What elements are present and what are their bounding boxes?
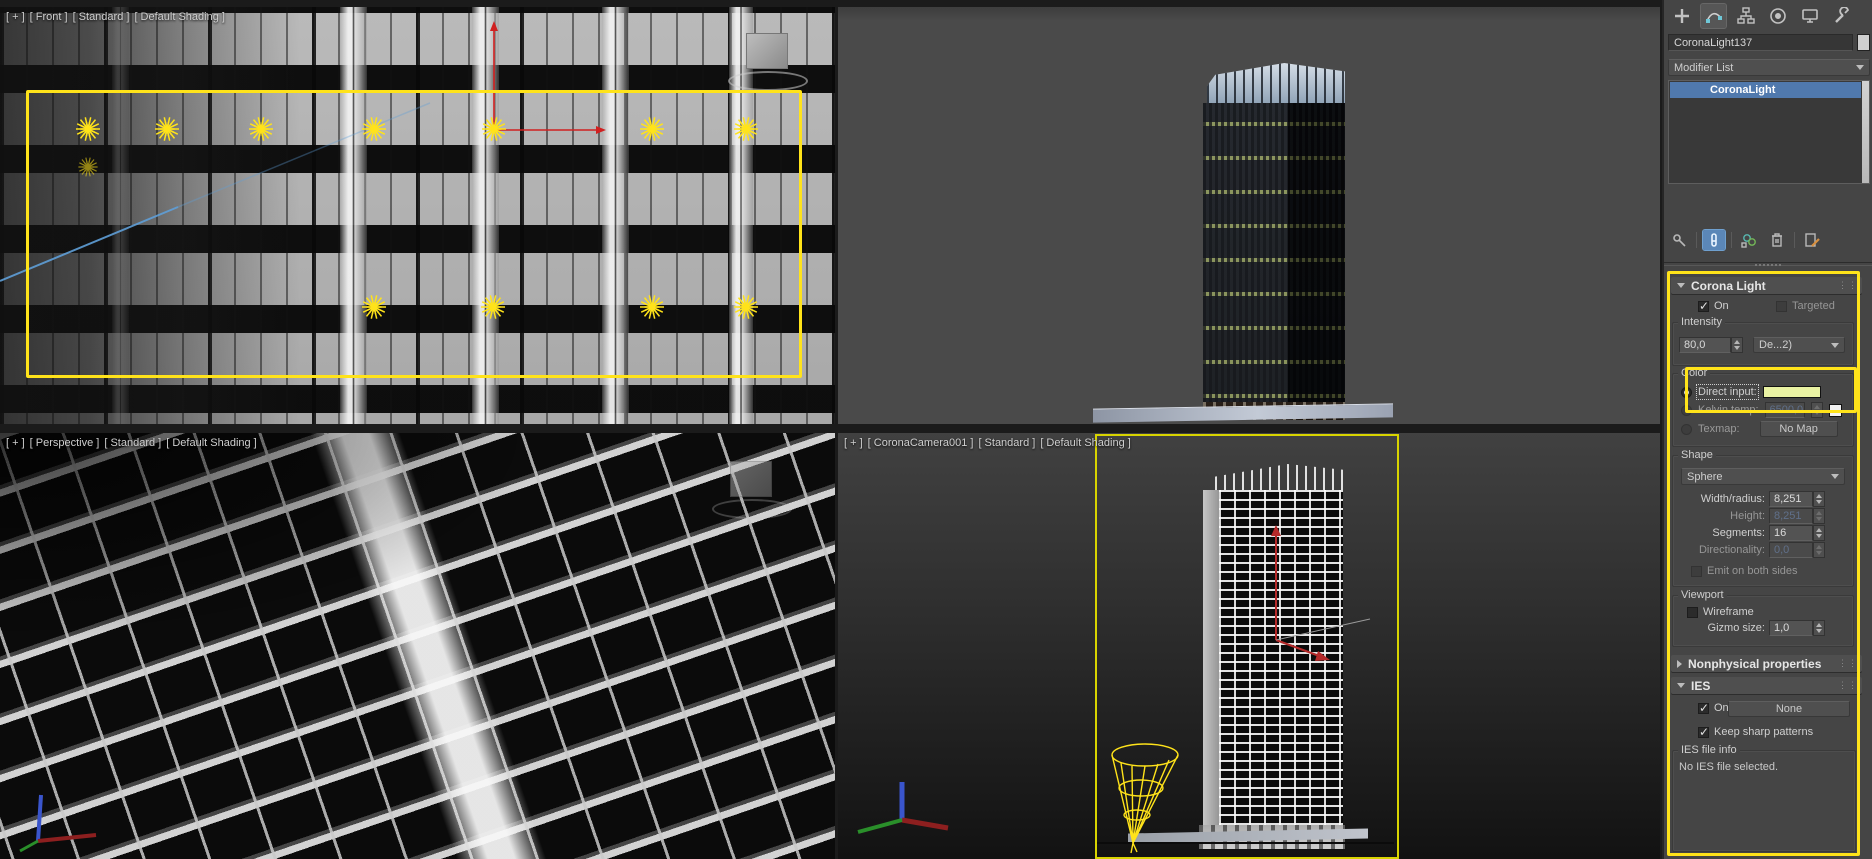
viewport-label-front: [ + ] [ Front ] [ Standard ] [ Default S… — [6, 11, 225, 23]
make-unique-icon[interactable] — [1738, 230, 1760, 250]
command-panel-tabs — [1669, 3, 1854, 29]
viewport-perspective[interactable]: [ + ] [ Perspective ] [ Standard ] [ Def… — [0, 433, 835, 859]
annotation-color-box — [1685, 367, 1857, 413]
viewport-label-camera: [ + ] [ CoronaCamera001 ] [ Standard ] [… — [844, 437, 1131, 449]
viewcube-face[interactable] — [746, 33, 788, 69]
annotation-rollout-box — [1667, 271, 1860, 856]
viewport-menu-renderer[interactable]: [ Standard ] — [104, 437, 161, 449]
viewcube-compass[interactable] — [728, 71, 808, 91]
motion-tab-icon[interactable] — [1765, 4, 1790, 28]
viewcube[interactable] — [712, 461, 792, 519]
viewport-menu-general[interactable]: [ + ] — [6, 437, 25, 449]
viewcube-face[interactable] — [730, 461, 772, 497]
remove-modifier-icon[interactable] — [1766, 230, 1788, 250]
toolbar-separator — [1731, 232, 1732, 248]
object-color-swatch[interactable] — [1857, 34, 1870, 51]
toolbar-separator — [1794, 232, 1795, 248]
modifier-stack[interactable]: CoronaLight — [1668, 80, 1870, 184]
display-tab-icon[interactable] — [1797, 4, 1822, 28]
viewport-menu-shading[interactable]: [ Default Shading ] — [1040, 437, 1131, 449]
modifier-stack-toolbar — [1668, 228, 1870, 252]
panel-splitter[interactable] — [1664, 262, 1872, 266]
show-end-result-icon[interactable] — [1702, 229, 1726, 251]
modify-tab-icon[interactable] — [1700, 3, 1727, 29]
viewport-label-perspective: [ + ] [ Perspective ] [ Standard ] [ Def… — [6, 437, 257, 449]
viewport-render-preview[interactable] — [838, 7, 1660, 424]
hierarchy-tab-icon[interactable] — [1733, 4, 1758, 28]
facade-vignette — [0, 433, 835, 859]
viewport-menu-pov[interactable]: [ CoronaCamera001 ] — [868, 437, 974, 449]
viewport-menu-renderer[interactable]: [ Standard ] — [73, 11, 130, 23]
camera-safe-frame — [1095, 434, 1399, 859]
viewcube[interactable] — [728, 33, 808, 91]
toolbar-separator — [1696, 232, 1697, 248]
configure-modifier-sets-icon[interactable] — [1801, 230, 1823, 250]
world-axis-tripod — [857, 782, 949, 834]
chevron-down-icon — [1856, 65, 1864, 70]
modifier-stack-entry[interactable]: CoronaLight — [1670, 82, 1861, 98]
building-render — [1203, 63, 1345, 420]
utilities-tab-icon[interactable] — [1829, 4, 1854, 28]
building-crown — [1207, 63, 1345, 105]
modifier-list-label: Modifier List — [1674, 61, 1734, 74]
viewport-menu-renderer[interactable]: [ Standard ] — [978, 437, 1035, 449]
viewport-menu-general[interactable]: [ + ] — [6, 11, 25, 23]
building-body — [1203, 103, 1345, 404]
object-name-input[interactable]: CoronaLight137 — [1668, 34, 1853, 51]
viewport-menu-pov[interactable]: [ Perspective ] — [30, 437, 100, 449]
stack-scrollbar[interactable] — [1862, 81, 1869, 183]
modifier-list-dropdown[interactable]: Modifier List — [1668, 59, 1870, 76]
plaza — [1093, 403, 1393, 423]
viewport-camera[interactable]: [ + ] [ CoronaCamera001 ] [ Standard ] [… — [838, 433, 1660, 859]
command-panel: CoronaLight137 Modifier List CoronaLight — [1662, 0, 1872, 859]
viewport-menu-general[interactable]: [ + ] — [844, 437, 863, 449]
viewport-menu-pov[interactable]: [ Front ] — [30, 11, 68, 23]
viewport-front[interactable]: [ + ] [ Front ] [ Standard ] [ Default S… — [0, 7, 835, 424]
create-tab-icon[interactable] — [1669, 4, 1694, 28]
annotation-lights-box — [26, 90, 802, 378]
viewport-menu-shading[interactable]: [ Default Shading ] — [134, 11, 225, 23]
pin-stack-icon[interactable] — [1668, 230, 1690, 250]
viewcube-compass[interactable] — [712, 499, 792, 519]
viewport-menu-shading[interactable]: [ Default Shading ] — [166, 437, 257, 449]
